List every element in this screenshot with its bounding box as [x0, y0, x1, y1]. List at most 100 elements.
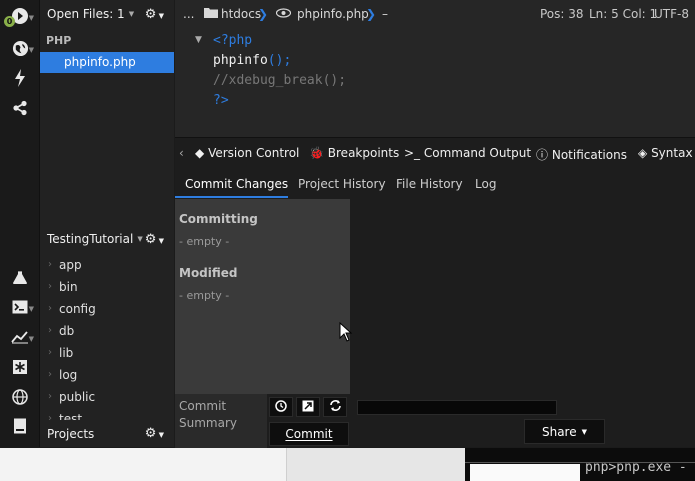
refresh-icon [329, 399, 342, 415]
editor[interactable]: ... htdocs ❯ phpinfo.php ❯ – Pos: 38 Ln:… [175, 0, 695, 137]
breadcrumb-symbol[interactable]: – [382, 7, 388, 21]
caret-down-icon: ▼ [28, 14, 34, 22]
flask-icon [12, 269, 28, 289]
chevron-right-icon: › [48, 347, 52, 358]
console-text: pnp>pnp.exe - [585, 460, 687, 475]
chevron-right-icon: › [48, 325, 52, 336]
caret-down-icon: ▼ [28, 46, 34, 54]
lightning-icon [13, 69, 27, 91]
tree-item-lib[interactable]: › lib [40, 343, 174, 363]
syntax-check-icon: ◈ [638, 146, 648, 160]
tree-item-app[interactable]: › app [40, 255, 174, 275]
tree-item-log[interactable]: › log [40, 365, 174, 385]
gear-icon[interactable]: ⚙ ▼ [145, 426, 164, 441]
tab-breakpoints[interactable]: 🐞 Breakpoints [309, 146, 399, 160]
committing-heading: Committing [179, 212, 258, 226]
chevron-right-icon: › [48, 413, 52, 420]
caret-down-icon: ▼ [128, 10, 135, 18]
tree-item-public[interactable]: › public [40, 387, 174, 407]
open-files-header[interactable]: Open Files: 1 ▼ ⚙ ▼ [40, 0, 174, 28]
folder-icon [204, 7, 218, 21]
globe-icon [12, 389, 28, 409]
share-button-toolbar[interactable] [4, 97, 36, 123]
language-section-label: PHP [46, 34, 72, 47]
breadcrumb-ellipsis[interactable]: ... [183, 7, 194, 21]
docs-button[interactable] [4, 415, 36, 441]
shell-button[interactable]: ▼ [4, 296, 36, 322]
line-column: Ln: 5 Col: 1 [589, 7, 658, 21]
history-button[interactable] [269, 397, 293, 417]
tab-syntax-checking[interactable]: ◈ Syntax C [638, 146, 695, 160]
fold-arrow-icon[interactable]: ▼ [195, 35, 202, 45]
tab-version-control[interactable]: ◆ Version Control [195, 146, 299, 160]
tab-command-output[interactable]: >_ Command Output [404, 146, 531, 160]
active-subtab-indicator [175, 196, 288, 198]
console-overlay [470, 464, 580, 481]
asterisk-icon [13, 360, 27, 378]
tree-item-db[interactable]: › db [40, 321, 174, 341]
encoding[interactable]: UTF-8 [654, 7, 689, 21]
tree-item-bin[interactable]: › bin [40, 277, 174, 297]
subtab-commit-changes[interactable]: Commit Changes [185, 177, 288, 191]
project-header[interactable]: TestingTutorial ▼ ⚙ ▼ [40, 225, 174, 253]
eye-icon [275, 7, 292, 21]
subtab-log[interactable]: Log [475, 177, 496, 191]
commit-summary-input[interactable]: Commit Summary [175, 394, 267, 448]
commit-button[interactable]: Commit [269, 422, 349, 446]
tab-notifications[interactable]: ⓘ Notifications [536, 146, 627, 163]
book-icon [13, 418, 27, 438]
share-icon [12, 100, 28, 120]
open-files-label: Open Files: 1 [47, 7, 125, 21]
version-control-icon: ◆ [195, 146, 205, 160]
code-line-3: //xdebug_break(); [213, 73, 347, 88]
info-icon: ⓘ [536, 148, 549, 162]
gear-icon[interactable]: ⚙ ▼ [145, 7, 164, 22]
caret-down-icon: ▼ [28, 305, 34, 313]
caret-down-icon: ▼ [581, 427, 588, 436]
modified-heading: Modified [179, 266, 238, 280]
chevron-right-icon: › [48, 259, 52, 270]
caret-down-icon: ▼ [28, 335, 34, 343]
commit-message-field[interactable] [357, 400, 557, 415]
testing-button[interactable] [4, 266, 36, 292]
committing-empty: - empty - [179, 235, 230, 248]
globe-icon [12, 40, 29, 61]
php-toggle-button[interactable]: 0 ▼ [4, 5, 36, 31]
share-button[interactable]: Share ▼ [524, 419, 605, 444]
subtab-file-history[interactable]: File History [396, 177, 463, 191]
background-window [287, 448, 465, 481]
web-button[interactable] [4, 386, 36, 412]
open-external-button[interactable] [296, 397, 320, 417]
chart-icon [11, 330, 29, 348]
code-line-2: phpinfo(); [213, 53, 292, 68]
gear-icon[interactable]: ⚙ ▼ [145, 232, 164, 247]
left-panel: Open Files: 1 ▼ ⚙ ▼ PHP phpinfo.php Test… [40, 0, 174, 447]
toolbox-button[interactable] [4, 67, 36, 93]
code-line-1: <?php [213, 33, 253, 48]
refresh-button[interactable] [323, 397, 347, 417]
terminal-icon [12, 300, 28, 318]
code-line-4: ?> [213, 93, 229, 108]
commit-file-list: Committing - empty - Modified - empty - [175, 199, 350, 394]
tabs-scroll-left-icon[interactable]: ‹ [179, 146, 184, 160]
open-file-item[interactable]: phpinfo.php [40, 52, 174, 73]
mouse-cursor-icon [339, 321, 353, 342]
chevron-right-icon: › [48, 391, 52, 402]
subtab-project-history[interactable]: Project History [298, 177, 386, 191]
dashboard-button[interactable]: ▼ [4, 326, 36, 352]
breadcrumb-folder[interactable]: htdocs [221, 7, 261, 21]
clock-icon [275, 399, 287, 415]
chevron-right-icon: ❯ [366, 7, 377, 21]
modified-empty: - empty - [179, 289, 230, 302]
breadcrumb-file[interactable]: phpinfo.php [297, 7, 369, 21]
caret-down-icon: ▼ [137, 235, 143, 243]
left-toolbar: 0 ▼ ▼ ▼ ▼ [0, 0, 40, 447]
projects-header[interactable]: Projects ⚙ ▼ [40, 420, 174, 447]
tree-item-config[interactable]: › config [40, 299, 174, 319]
tree-item-test[interactable]: › test [40, 409, 174, 420]
console-window: pnp>pnp.exe - [465, 448, 695, 481]
projects-label: Projects [47, 426, 95, 441]
browser-button[interactable]: ▼ [4, 37, 36, 63]
external-link-icon [302, 400, 314, 415]
regex-button[interactable] [4, 356, 36, 382]
